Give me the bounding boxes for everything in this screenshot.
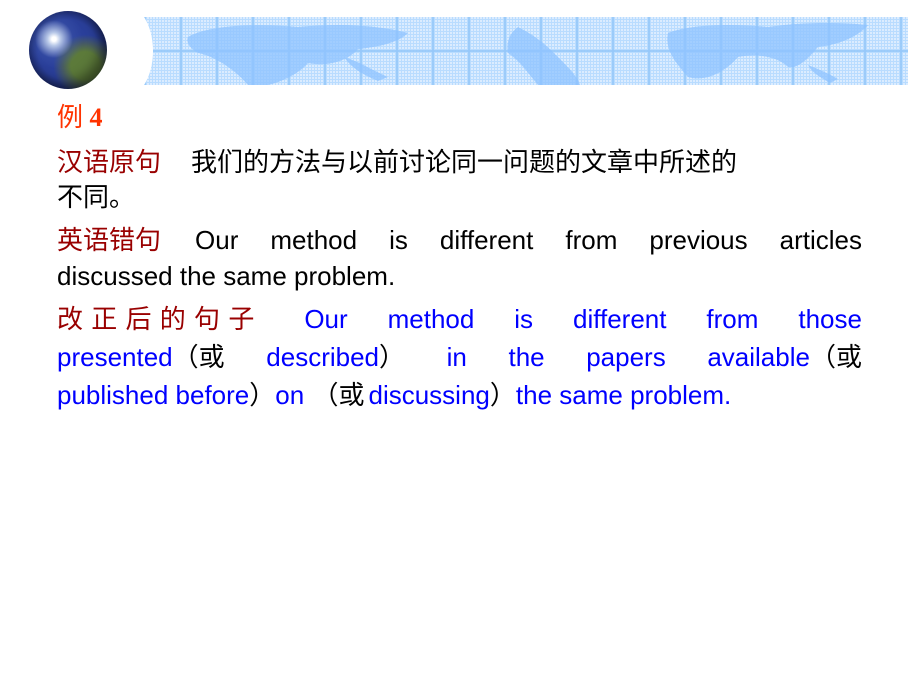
chinese-original-text: 我们的方法与以前讨论同一问题的文章中所述的 (191, 148, 738, 178)
corrected-label-group: 改 正 后 的 句 子 Our (57, 304, 348, 335)
word: the (508, 342, 545, 372)
or-char: 或 (198, 343, 225, 373)
example-number: 4 (89, 103, 103, 132)
or-char: 或 (835, 343, 862, 373)
word: on (275, 380, 305, 410)
word: method (387, 304, 475, 334)
corrected-line3: published before）on （或 discussing）the sam… (57, 380, 731, 411)
word: different (439, 225, 534, 255)
word: method (270, 225, 358, 255)
chinese-original-label: 汉语原句 (57, 148, 162, 178)
english-wrong-label-group: 英语错句 Our (57, 225, 238, 256)
word: articles (779, 225, 862, 255)
english-wrong-line1: 英语错句 Our method is different from previou… (57, 225, 862, 256)
english-wrong-label: 英语错句 (57, 226, 162, 256)
word: the same problem. (515, 380, 732, 410)
globe-icon (29, 11, 107, 89)
paren-close: ） (249, 381, 276, 411)
word: is (514, 304, 534, 334)
world-map-icon (187, 23, 868, 85)
phrase: available（或 (707, 342, 862, 373)
example-prefix: 例 (57, 103, 84, 132)
english-wrong-line2: discussed the same problem. (57, 261, 396, 291)
word: published before (57, 380, 250, 410)
chinese-original-line2: 不同。 (57, 183, 136, 213)
corrected-label: 改 正 后 的 句 子 (57, 305, 255, 335)
paren-open: （ (304, 381, 339, 411)
word: different (573, 304, 667, 334)
header-world-map-banner (108, 17, 908, 85)
word: is (389, 225, 408, 255)
corrected-line2: presented（或 described） in the papers ava… (57, 342, 862, 373)
word: described (266, 342, 380, 372)
paren-open: （ (809, 343, 836, 373)
word: in (446, 342, 467, 372)
paren-close: ） (379, 343, 406, 373)
word: Our (304, 304, 348, 334)
paren-open: （ (172, 343, 199, 373)
word: from (565, 225, 618, 255)
corrected-line1: 改 正 后 的 句 子 Our method is different from … (57, 304, 862, 335)
globe-logo (25, 4, 153, 98)
chinese-original-line1: 汉语原句 我们的方法与以前讨论同一问题的文章中所述的 (57, 147, 737, 178)
phrase: presented（或 (57, 342, 225, 373)
example-title: 例 4 (57, 103, 103, 133)
word: those (798, 304, 862, 334)
word: from (706, 304, 759, 334)
word: discussing (368, 380, 490, 410)
word: papers (586, 342, 666, 372)
word: previous (649, 225, 748, 255)
word: available (707, 342, 810, 372)
word: presented (57, 342, 173, 372)
or-char: 或 (338, 381, 365, 411)
word: Our (195, 225, 239, 255)
paren-close: ） (489, 381, 516, 411)
phrase: described） (266, 342, 405, 373)
